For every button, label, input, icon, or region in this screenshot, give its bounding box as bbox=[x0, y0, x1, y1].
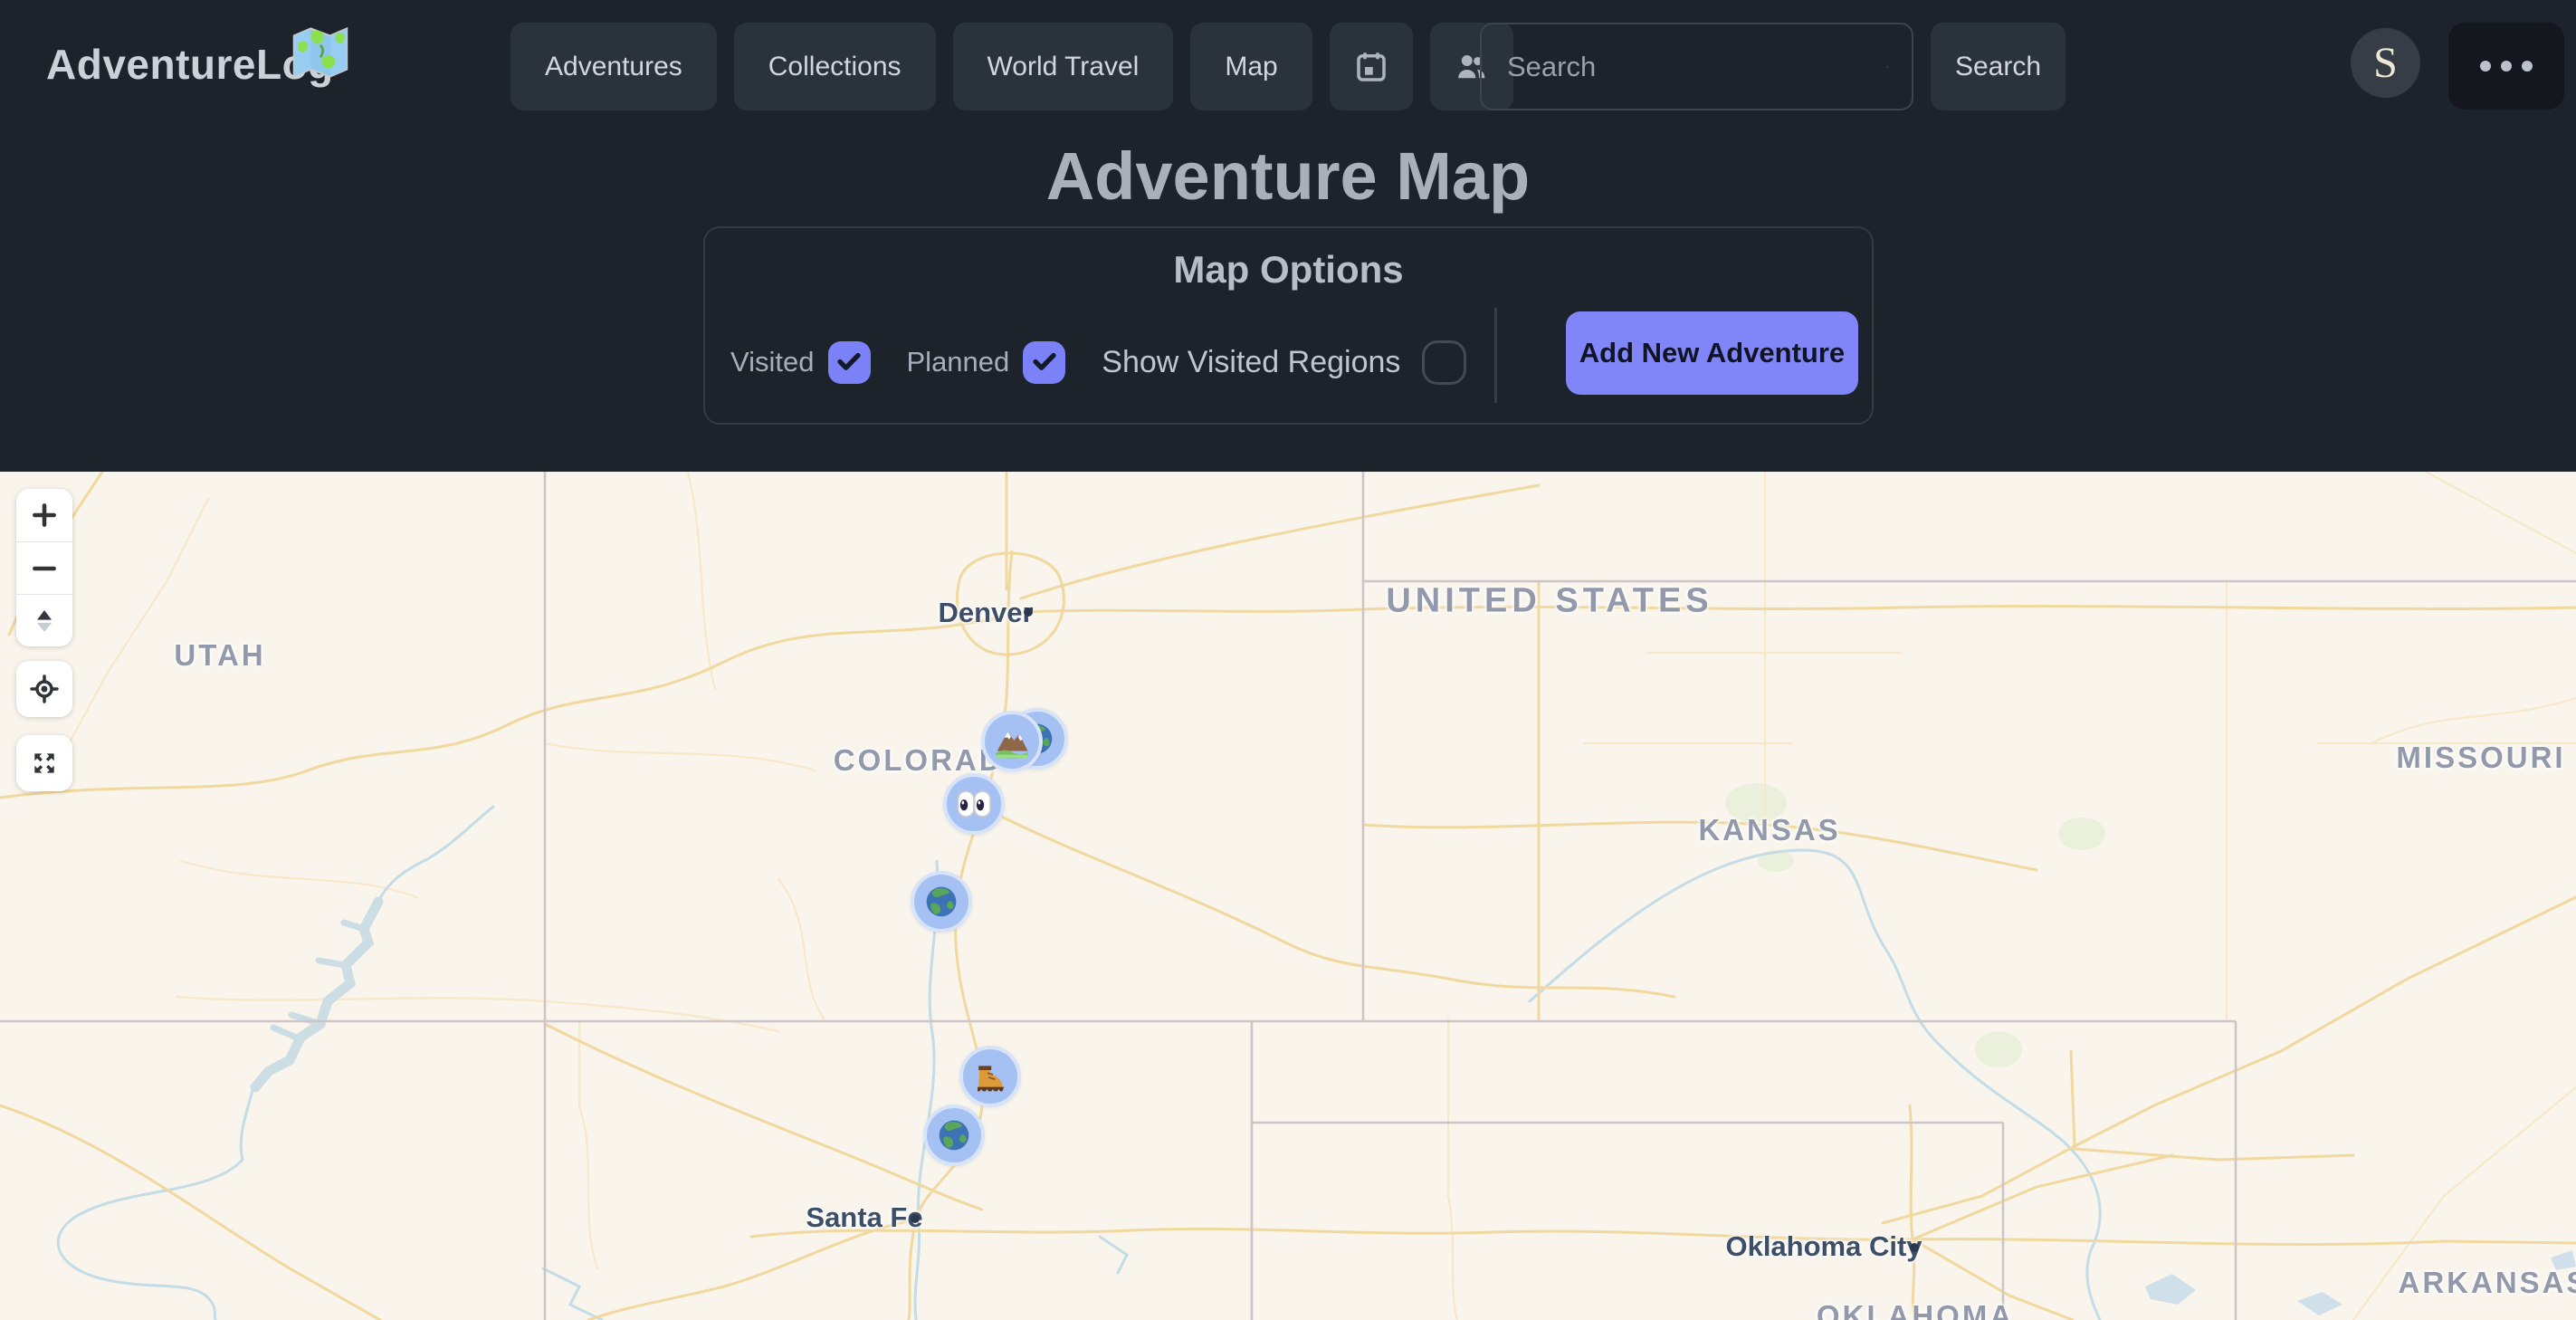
city-dot bbox=[911, 1214, 920, 1223]
check-icon bbox=[835, 349, 863, 376]
tilt-button[interactable] bbox=[16, 594, 72, 646]
calendar-icon bbox=[1352, 48, 1390, 86]
navbar: AdventureLog Adventures Collections Worl… bbox=[0, 0, 2576, 132]
nav-adventures[interactable]: Adventures bbox=[510, 23, 717, 110]
calendar-button[interactable] bbox=[1330, 23, 1413, 110]
city-dot bbox=[1910, 1243, 1919, 1252]
fullscreen-control bbox=[16, 735, 72, 791]
boot-emoji bbox=[971, 1057, 1009, 1095]
state-label-arkansas: ARKANSAS bbox=[2398, 1266, 2576, 1300]
add-new-adventure-button[interactable]: Add New Adventure bbox=[1566, 311, 1858, 395]
nav-collections[interactable]: Collections bbox=[734, 23, 936, 110]
adventure-marker-boot-emoji[interactable] bbox=[959, 1046, 1021, 1107]
adventure-marker-globe-emoji[interactable] bbox=[911, 871, 972, 933]
page-title: Adventure Map bbox=[0, 138, 2576, 215]
state-label-oklahoma: OKLAHOMA bbox=[1817, 1299, 2014, 1320]
state-label-kansas: KANSAS bbox=[1698, 813, 1840, 847]
state-label-missouri: MISSOURI bbox=[2396, 741, 2565, 775]
adventure-marker-mountain-emoji[interactable] bbox=[981, 711, 1043, 772]
tilt-icon bbox=[30, 607, 59, 636]
nav-world-travel[interactable]: World Travel bbox=[953, 23, 1174, 110]
zoom-out-button[interactable] bbox=[16, 541, 72, 594]
minus-icon bbox=[30, 554, 59, 583]
search-icon bbox=[1886, 52, 1888, 82]
city-label-denver: Denver bbox=[938, 597, 1033, 629]
search-input[interactable] bbox=[1482, 51, 1886, 83]
show-visited-regions-label: Show Visited Regions bbox=[1102, 345, 1400, 380]
mountain-emoji bbox=[993, 722, 1031, 760]
overflow-menu-button[interactable] bbox=[2448, 23, 2564, 110]
avatar[interactable]: S bbox=[2351, 28, 2420, 98]
map-base-layer bbox=[0, 472, 2576, 1320]
geolocate-icon bbox=[30, 674, 59, 703]
fullscreen-button[interactable] bbox=[16, 735, 72, 791]
state-label-utah: UTAH bbox=[174, 638, 265, 673]
globe-emoji bbox=[935, 1116, 973, 1154]
visited-checkbox[interactable] bbox=[828, 341, 871, 384]
primary-nav: Adventures Collections World Travel Map bbox=[510, 23, 1513, 110]
show-visited-regions-checkbox[interactable] bbox=[1422, 340, 1466, 385]
eyes-emoji bbox=[955, 785, 993, 823]
planned-checkbox[interactable] bbox=[1023, 341, 1065, 384]
zoom-control-group bbox=[16, 489, 72, 646]
ellipsis-icon bbox=[2480, 61, 2491, 72]
geolocate-button[interactable] bbox=[16, 661, 72, 717]
map-options-title: Map Options bbox=[705, 248, 1872, 292]
city-dot bbox=[1024, 607, 1033, 617]
search-field-wrap bbox=[1480, 23, 1913, 110]
geolocate-control bbox=[16, 661, 72, 717]
search-button[interactable]: Search bbox=[1931, 23, 2066, 110]
adventure-marker-eyes-emoji[interactable] bbox=[943, 773, 1005, 835]
map-canvas[interactable]: UTAHCOLORADOUNITED STATESKANSASMISSOURIA… bbox=[0, 472, 2576, 1320]
city-label-oklahoma-city: Oklahoma City bbox=[1725, 1230, 1922, 1263]
zoom-in-button[interactable] bbox=[16, 489, 72, 541]
map-options-row: Visited Planned Show Visited Regions bbox=[730, 335, 1466, 389]
nav-map[interactable]: Map bbox=[1190, 23, 1312, 110]
globe-emoji bbox=[922, 883, 960, 921]
plus-icon bbox=[30, 501, 59, 530]
check-icon bbox=[1031, 349, 1058, 376]
options-divider bbox=[1494, 308, 1497, 403]
map-options-card: Map Options Visited Planned Show Visited… bbox=[703, 226, 1874, 425]
state-label-united-states: UNITED STATES bbox=[1386, 582, 1713, 621]
fullscreen-icon bbox=[30, 749, 59, 778]
planned-label: Planned bbox=[907, 346, 1010, 378]
city-label-santa-fe: Santa Fe bbox=[806, 1201, 922, 1234]
adventure-marker-globe-emoji[interactable] bbox=[923, 1105, 985, 1166]
folded-map-icon bbox=[291, 24, 349, 81]
visited-label: Visited bbox=[730, 346, 815, 378]
